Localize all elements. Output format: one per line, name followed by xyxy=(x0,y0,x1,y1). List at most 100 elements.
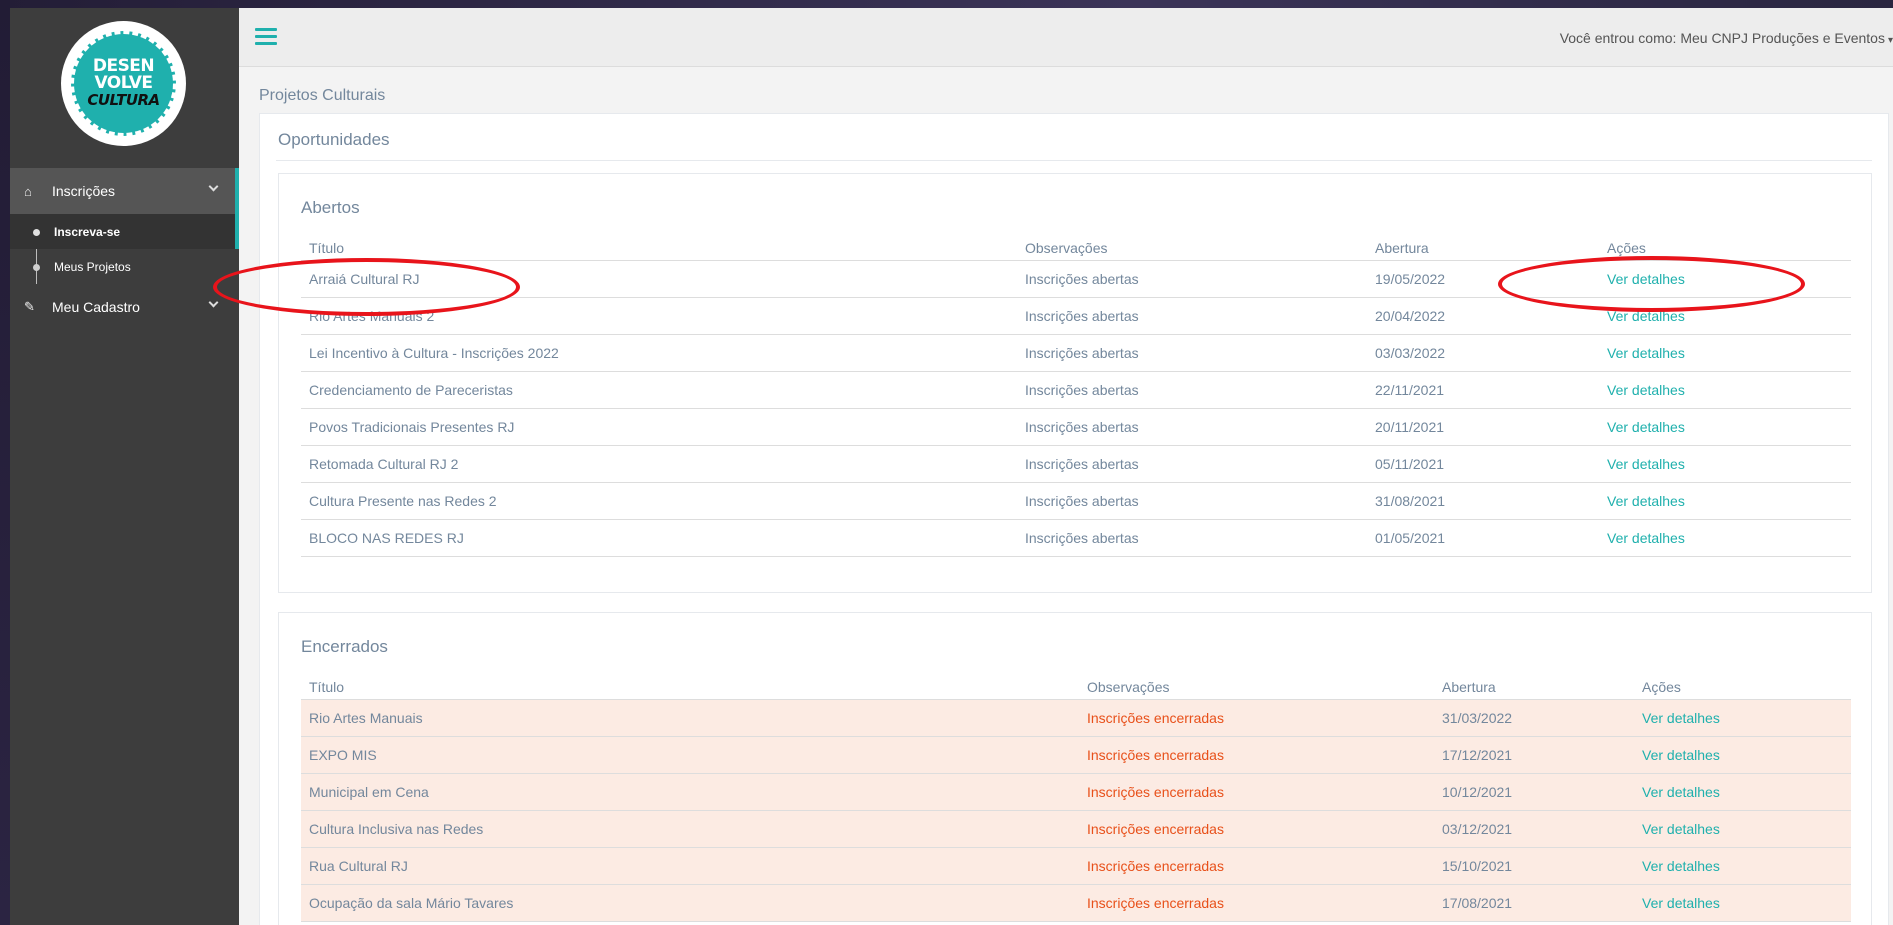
logo-text-line3: CULTURA xyxy=(87,91,160,109)
sidebar-item-inscricoes[interactable]: ⌂ Inscrições xyxy=(10,168,239,214)
cell-opening-date: 03/03/2022 xyxy=(1367,334,1599,372)
cell-opening-date: 20/11/2021 xyxy=(1367,408,1599,446)
column-header: Abertura xyxy=(1367,230,1599,261)
details-link[interactable]: Ver detalhes xyxy=(1634,773,1851,811)
sidebar-subitem-meus-projetos[interactable]: Meus Projetos xyxy=(10,249,239,284)
table-row: Retomada Cultural RJ 2 Inscrições abertas… xyxy=(301,445,1851,483)
background-top-edge xyxy=(0,0,1893,8)
table-header-row: Título Observações Abertura Ações xyxy=(301,230,1851,261)
cell-observation: Inscrições abertas xyxy=(1017,445,1367,483)
details-link[interactable]: Ver detalhes xyxy=(1634,810,1851,848)
table-row: Ocupação da sala Mário Tavares Inscrições… xyxy=(301,884,1851,922)
logo-badge: DESEN VOLVE CULTURA xyxy=(71,31,176,136)
home-icon: ⌂ xyxy=(24,183,32,199)
column-header: Título xyxy=(301,669,1079,700)
table-row: Arraiá Cultural RJ Inscrições abertas 19/0… xyxy=(301,260,1851,298)
opportunities-panel: Oportunidades Abertos Título Observações… xyxy=(259,113,1889,925)
user-menu[interactable]: Você entrou como: Meu CNPJ Produções e E… xyxy=(1560,30,1893,46)
details-link[interactable]: Ver detalhes xyxy=(1599,297,1851,335)
cell-observation: Inscrições encerradas xyxy=(1079,773,1434,811)
table-row: Cultura Presente nas Redes 2 Inscrições a… xyxy=(301,482,1851,520)
cell-opening-date: 17/08/2021 xyxy=(1434,884,1634,922)
cell-observation: Inscrições abertas xyxy=(1017,260,1367,298)
cell-title: BLOCO NAS REDES RJ xyxy=(301,519,1017,557)
topbar: Você entrou como: Meu CNPJ Produções e E… xyxy=(239,8,1893,67)
cell-observation: Inscrições abertas xyxy=(1017,408,1367,446)
cell-observation: Inscrições abertas xyxy=(1017,334,1367,372)
column-header: Abertura xyxy=(1434,669,1634,700)
details-link[interactable]: Ver detalhes xyxy=(1634,736,1851,774)
chevron-down-icon xyxy=(208,297,219,308)
table-row: Credenciamento de Pareceristas Inscrições… xyxy=(301,371,1851,409)
cell-title: EXPO MIS xyxy=(301,736,1079,774)
cell-title: Rio Artes Manuais 2 xyxy=(301,297,1017,335)
cell-observation: Inscrições abertas xyxy=(1017,519,1367,557)
divider xyxy=(276,160,1872,161)
details-link[interactable]: Ver detalhes xyxy=(1599,260,1851,298)
page-title: Projetos Culturais xyxy=(259,87,386,104)
column-header: Título xyxy=(301,230,1017,261)
cell-opening-date: 05/11/2021 xyxy=(1367,445,1599,483)
app-window: DESEN VOLVE CULTURA ⌂ Inscrições Inscrev… xyxy=(10,8,1893,925)
cell-opening-date: 03/12/2021 xyxy=(1434,810,1634,848)
edit-icon: ✎ xyxy=(24,299,35,314)
cell-observation: Inscrições encerradas xyxy=(1079,810,1434,848)
cell-opening-date: 31/08/2021 xyxy=(1367,482,1599,520)
chevron-down-icon xyxy=(208,181,219,192)
background-left-edge xyxy=(0,0,10,925)
details-link[interactable]: Ver detalhes xyxy=(1634,699,1851,737)
cell-observation: Inscrições encerradas xyxy=(1079,847,1434,885)
cell-title: Lei Incentivo à Cultura - Inscrições 202… xyxy=(301,334,1017,372)
details-link[interactable]: Ver detalhes xyxy=(1599,371,1851,409)
table-row: Municipal em Cena Inscrições encerradas 10… xyxy=(301,773,1851,811)
cell-title: Ocupação da sala Mário Tavares xyxy=(301,884,1079,922)
cell-opening-date: 17/12/2021 xyxy=(1434,736,1634,774)
table-row: Povos Tradicionais Presentes RJ Inscriçõe… xyxy=(301,408,1851,446)
cell-opening-date: 20/04/2022 xyxy=(1367,297,1599,335)
cell-observation: Inscrições encerradas xyxy=(1079,736,1434,774)
table-row: EXPO MIS Inscrições encerradas 17/12/2021 V… xyxy=(301,736,1851,774)
sidebar-subitem-inscreva-se[interactable]: Inscreva-se xyxy=(10,214,239,249)
table-row: Lei Incentivo à Cultura - Inscrições 202… xyxy=(301,334,1851,372)
details-link[interactable]: Ver detalhes xyxy=(1634,884,1851,922)
submenu-inscricoes: Inscreva-se Meus Projetos xyxy=(10,214,239,284)
cell-title: Rio Artes Manuais xyxy=(301,699,1079,737)
table-header-row: Título Observações Abertura Ações xyxy=(301,669,1851,700)
cell-observation: Inscrições encerradas xyxy=(1079,884,1434,922)
cell-title: Cultura Presente nas Redes 2 xyxy=(301,482,1017,520)
open-opportunities-table: Título Observações Abertura Ações Arraiá… xyxy=(301,230,1851,557)
cell-opening-date: 01/05/2021 xyxy=(1367,519,1599,557)
user-menu-label: Você entrou como: Meu CNPJ Produções e E… xyxy=(1559,30,1885,46)
logo[interactable]: DESEN VOLVE CULTURA xyxy=(61,21,186,146)
cell-title: Retomada Cultural RJ 2 xyxy=(301,445,1017,483)
details-link[interactable]: Ver detalhes xyxy=(1599,445,1851,483)
cell-title: Arraiá Cultural RJ xyxy=(301,260,1017,298)
details-link[interactable]: Ver detalhes xyxy=(1634,847,1851,885)
closed-opportunities-table: Título Observações Abertura Ações Rio Ar… xyxy=(301,669,1851,922)
table-row: BLOCO NAS REDES RJ Inscrições abertas 01/0… xyxy=(301,519,1851,557)
sidebar-subitem-label: Meus Projetos xyxy=(54,259,131,274)
section-title: Encerrados xyxy=(301,637,388,656)
column-header: Ações xyxy=(1634,669,1851,700)
details-link[interactable]: Ver detalhes xyxy=(1599,408,1851,446)
table-row: Rua Cultural RJ Inscrições encerradas 15/1… xyxy=(301,847,1851,885)
cell-title: Povos Tradicionais Presentes RJ xyxy=(301,408,1017,446)
cell-observation: Inscrições encerradas xyxy=(1079,699,1434,737)
sidebar-item-meu-cadastro[interactable]: ✎ Meu Cadastro xyxy=(10,284,239,330)
sidebar: DESEN VOLVE CULTURA ⌂ Inscrições Inscrev… xyxy=(10,8,239,925)
table-row: Cultura Inclusiva nas Redes Inscrições en… xyxy=(301,810,1851,848)
menu-toggle-icon[interactable] xyxy=(255,28,277,46)
details-link[interactable]: Ver detalhes xyxy=(1599,334,1851,372)
logo-text-line2: VOLVE xyxy=(94,73,153,93)
column-header: Observações xyxy=(1079,669,1434,700)
cell-title: Rua Cultural RJ xyxy=(301,847,1079,885)
cell-opening-date: 10/12/2021 xyxy=(1434,773,1634,811)
cell-title: Credenciamento de Pareceristas xyxy=(301,371,1017,409)
sidebar-item-label: Meu Cadastro xyxy=(52,299,140,315)
cell-observation: Inscrições abertas xyxy=(1017,482,1367,520)
closed-opportunities-box: Encerrados Título Observações Abertura A… xyxy=(278,612,1872,925)
cell-observation: Inscrições abertas xyxy=(1017,371,1367,409)
details-link[interactable]: Ver detalhes xyxy=(1599,482,1851,520)
table-row: Rio Artes Manuais Inscrições encerradas 31… xyxy=(301,699,1851,737)
details-link[interactable]: Ver detalhes xyxy=(1599,519,1851,557)
